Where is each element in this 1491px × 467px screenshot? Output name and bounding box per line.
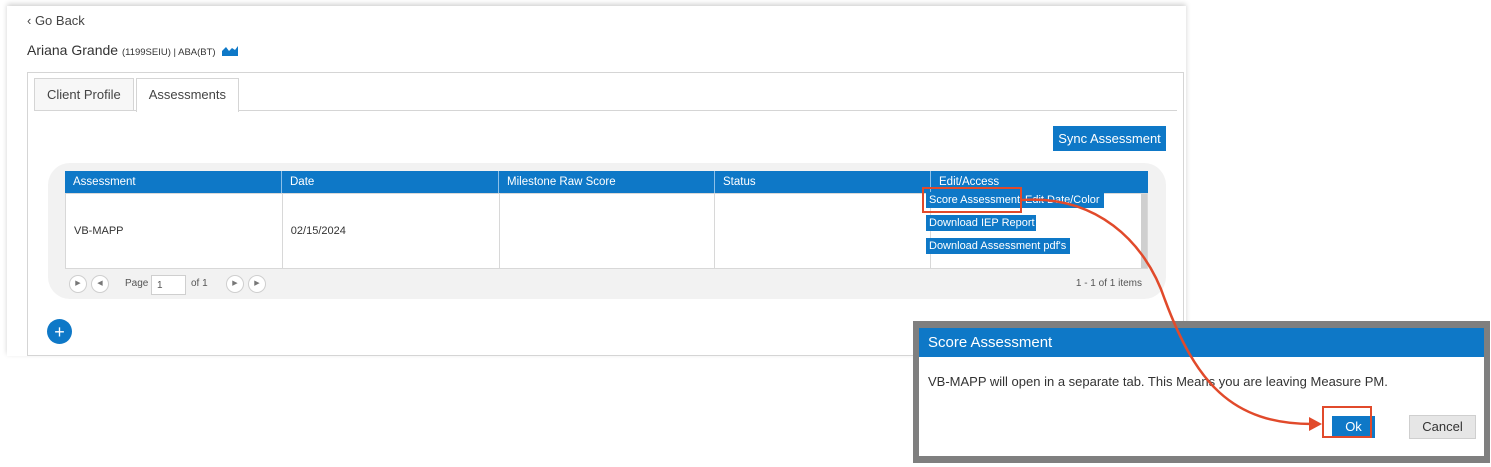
assessment-grid: Assessment Date Milestone Raw Score Stat… [48, 163, 1166, 299]
last-page-icon[interactable]: ▶ [248, 275, 266, 293]
cell-date: 02/15/2024 [283, 194, 500, 268]
dialog-title: Score Assessment [919, 328, 1484, 357]
tab-client-profile[interactable]: Client Profile [34, 78, 134, 110]
page-number-input[interactable] [151, 275, 186, 295]
download-assessment-pdfs-button[interactable]: Download Assessment pdf's [926, 238, 1070, 254]
client-name: Ariana Grande [27, 42, 119, 58]
column-header-assessment[interactable]: Assessment [65, 171, 282, 193]
download-iep-report-button[interactable]: Download IEP Report [926, 215, 1036, 231]
ok-button-highlight [1322, 406, 1372, 438]
first-page-icon[interactable]: ▶ [69, 275, 87, 293]
dialog-body: Score Assessment VB-MAPP will open in a … [919, 328, 1484, 456]
edit-date-color-button[interactable]: Edit Date/Color [1022, 192, 1104, 208]
prev-page-icon[interactable]: ◀ [91, 275, 109, 293]
page-label: Page [125, 278, 149, 289]
tab-bar: Client Profile Assessments [34, 78, 241, 112]
items-count-label: 1 - 1 of 1 items [1075, 278, 1142, 289]
column-header-date[interactable]: Date [282, 171, 499, 193]
column-header-milestone-raw-score[interactable]: Milestone Raw Score [499, 171, 715, 193]
main-panel: ‹ Go Back Ariana Grande (1199SEIU) | ABA… [7, 6, 1186, 356]
column-header-status[interactable]: Status [715, 171, 931, 193]
client-meta: (1199SEIU) | ABA(BT) [121, 47, 216, 58]
plus-icon: + [54, 321, 65, 342]
grid-pager: ▶ ◀ Page of 1 ▶ ▶ 1 - 1 of 1 items [65, 275, 1148, 295]
add-assessment-button[interactable]: + [47, 319, 72, 344]
score-assessment-dialog: Score Assessment VB-MAPP will open in a … [913, 321, 1490, 463]
cell-assessment: VB-MAPP [66, 194, 283, 268]
tab-container: Client Profile Assessments Sync Assessme… [27, 72, 1184, 356]
cell-milestone-raw-score [500, 194, 716, 268]
next-page-icon[interactable]: ▶ [226, 275, 244, 293]
page-count-label: of 1 [191, 278, 208, 289]
cell-status [715, 194, 932, 268]
score-assessment-highlight [922, 187, 1022, 213]
client-header: Ariana Grande (1199SEIU) | ABA(BT) [27, 42, 239, 58]
go-back-link[interactable]: ‹ Go Back [27, 13, 85, 28]
grid-scrollbar[interactable] [1140, 194, 1147, 268]
chart-icon[interactable] [222, 43, 239, 56]
tab-assessments[interactable]: Assessments [135, 78, 240, 112]
cancel-button[interactable]: Cancel [1409, 415, 1476, 439]
sync-assessment-button[interactable]: Sync Assessment [1053, 126, 1166, 151]
dialog-message: VB-MAPP will open in a separate tab. Thi… [928, 374, 1388, 389]
